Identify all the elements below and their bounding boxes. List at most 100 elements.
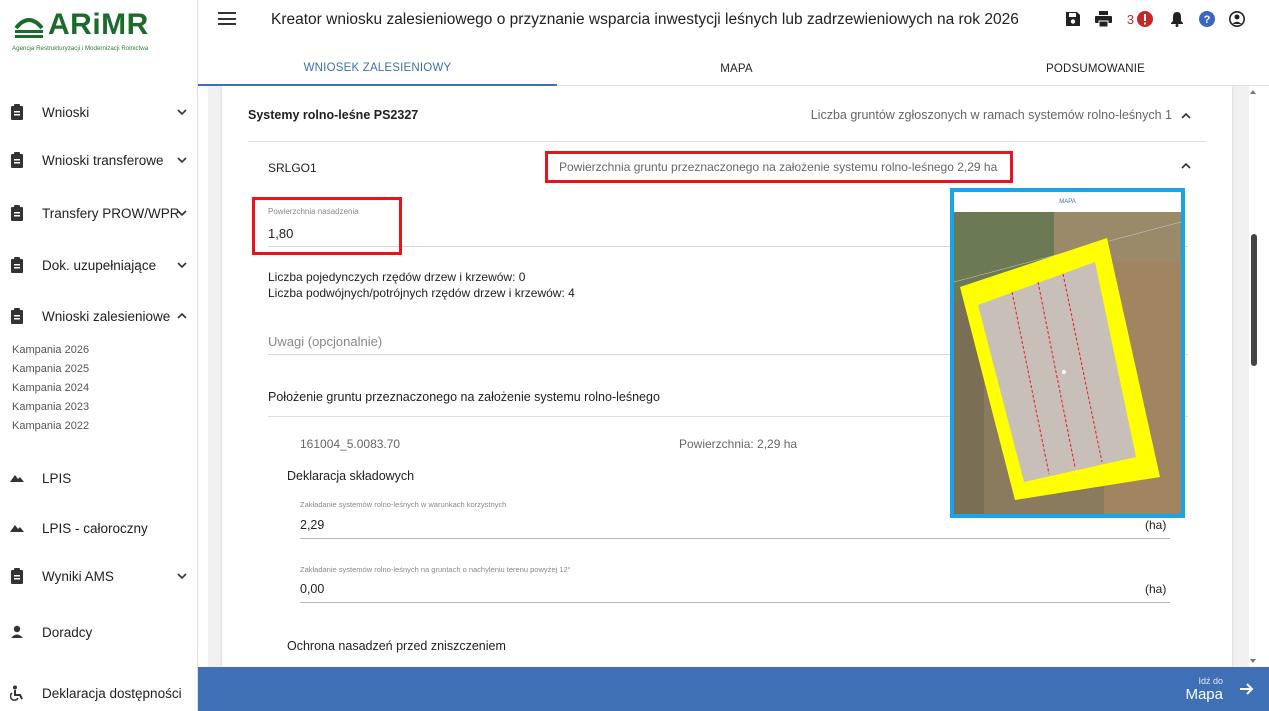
logo[interactable]: ARiMR Agencja Restrukturyzacji i Moderni… (10, 8, 190, 58)
clipboard-icon (11, 257, 23, 273)
go-to-label: Idź do (1198, 676, 1223, 686)
field2-input[interactable]: 0,00 (300, 582, 324, 596)
sidebar-subitem-kampania-2023[interactable]: Kampania 2023 (12, 401, 89, 413)
tab-podsumowanie[interactable]: PODSUMOWANIE (916, 52, 1269, 86)
help-button[interactable]: ? (1197, 9, 1217, 29)
tab-mapa[interactable]: MAPA (557, 52, 916, 86)
sidebar-item-lpis[interactable]: LPIS (0, 458, 198, 498)
sidebar-item-label: Wnioski zalesieniowe (42, 308, 171, 324)
user-account-icon (1229, 11, 1245, 27)
sidebar-subitem-kampania-2024[interactable]: Kampania 2024 (12, 382, 89, 394)
field1-label: Zakładanie systemów rolno-leśnych w waru… (300, 500, 507, 509)
page-title: Kreator wniosku zalesieniowego o przyzna… (271, 11, 1019, 28)
terrain-icon (10, 525, 24, 532)
sidebar-item-doradcy[interactable]: Doradcy (0, 612, 198, 652)
sidebar-subitem-kampania-2025[interactable]: Kampania 2025 (12, 363, 89, 375)
logo-subtitle: Agencja Restrukturyzacji i Modernizacji … (12, 45, 149, 52)
account-button[interactable] (1227, 9, 1247, 29)
parcel-area: Powierzchnia: 2,29 ha (679, 437, 798, 451)
clipboard-icon (11, 104, 23, 120)
single-rows-count: Liczba pojedynczych rzędów drzew i krzew… (268, 270, 526, 284)
highlight-planting-box (252, 197, 402, 255)
sidebar-item-transfery[interactable]: Transfery PROW/WPR (0, 193, 198, 233)
footer-bar: Idź do Mapa (198, 667, 1269, 711)
map-preview[interactable]: MAPA (950, 188, 1185, 518)
protection-heading: Ochrona nasadzeń przed zniszczeniem (287, 639, 506, 653)
field2-unit: (ha) (1145, 582, 1167, 596)
logo-name: ARiMR (48, 8, 149, 41)
notes-input[interactable]: Uwagi (opcjonalnie) (268, 334, 382, 349)
print-icon (1094, 11, 1112, 27)
header-actions: 3 ? (1053, 9, 1247, 29)
go-to-map-button[interactable]: Idź do Mapa (1185, 676, 1223, 703)
error-icon (1137, 11, 1154, 27)
sidebar-item-label: Dok. uzupełniające (42, 257, 157, 273)
sidebar-item-wnioski[interactable]: Wnioski (0, 92, 198, 132)
scroll-thumb[interactable] (1251, 234, 1257, 366)
bell-icon (1171, 12, 1183, 27)
errors-button[interactable]: 3 (1123, 9, 1157, 29)
field1-unit: (ha) (1145, 518, 1167, 532)
sidebar-item-wnioski-zalesieniowe[interactable]: Wnioski zalesieniowe (0, 296, 198, 336)
chevron-down-icon (177, 262, 187, 269)
scroll-up-icon[interactable] (1249, 88, 1257, 96)
tab-wniosek-zalesieniowy[interactable]: WNIOSEK ZALESIENIOWY (198, 52, 557, 86)
sidebar-item-label: Transfery PROW/WPR (42, 205, 180, 221)
location-heading: Położenie gruntu przeznaczonego na założ… (268, 390, 660, 404)
go-to-target: Mapa (1185, 686, 1223, 703)
clipboard-icon (11, 308, 23, 324)
field-underline (300, 602, 1170, 603)
svg-text:?: ? (1204, 14, 1211, 26)
item-id: SRLGO1 (268, 161, 317, 175)
save-icon (1066, 12, 1080, 26)
scrollbar[interactable] (1249, 86, 1269, 667)
clipboard-icon (11, 568, 23, 584)
notifications-button[interactable] (1167, 9, 1187, 29)
logo-main: ARiMR (12, 10, 149, 40)
sidebar-item-lpis-caloroczny[interactable]: LPIS - całoroczny (0, 508, 198, 548)
terrain-icon (10, 475, 24, 482)
chevron-down-icon (177, 210, 187, 217)
sidebar-item-wnioski-transferowe[interactable]: Wnioski transferowe (0, 140, 198, 180)
save-button[interactable] (1063, 9, 1083, 29)
section-collapse-icon[interactable] (1180, 110, 1192, 122)
chevron-down-icon (177, 157, 187, 164)
sidebar-item-deklaracja-dostepnosci[interactable]: Deklaracja dostępności (0, 673, 198, 711)
sidebar-item-wyniki-ams[interactable]: Wyniki AMS (0, 556, 198, 596)
sidebar-item-label: LPIS (42, 470, 72, 486)
highlight-area-box (545, 151, 1013, 183)
double-rows-count: Liczba podwójnych/potrójnych rzędów drze… (268, 286, 575, 300)
sidebar-subitem-kampania-2026[interactable]: Kampania 2026 (12, 344, 89, 356)
app-root: ARiMR Agencja Restrukturyzacji i Moderni… (0, 0, 1269, 711)
map-image (954, 212, 1181, 514)
field2-label: Zakładanie systemów rolno-leśnych na gru… (300, 565, 571, 574)
print-button[interactable] (1093, 9, 1113, 29)
arrow-right-icon[interactable] (1239, 681, 1255, 697)
clipboard-icon (11, 205, 23, 221)
sidebar-item-label: Wnioski (42, 104, 90, 120)
sidebar-item-label: Deklaracja dostępności (42, 685, 182, 701)
scroll-down-icon[interactable] (1249, 657, 1257, 665)
field1-input[interactable]: 2,29 (300, 518, 324, 532)
hamburger-menu-button[interactable] (218, 12, 236, 28)
sidebar-subitem-kampania-2022[interactable]: Kampania 2022 (12, 420, 89, 432)
section-title: Systemy rolno-leśne PS2327 (248, 108, 419, 122)
declaration-heading: Deklaracja składowych (287, 469, 415, 483)
divider (248, 141, 1206, 142)
sidebar-item-label: Wnioski transferowe (42, 152, 164, 168)
error-count: 3 (1126, 11, 1135, 27)
field-underline (300, 538, 1170, 539)
sidebar-item-label: LPIS - całoroczny (42, 520, 148, 536)
tab-bar: WNIOSEK ZALESIENIOWY MAPA PODSUMOWANIE (198, 52, 1269, 86)
item-collapse-icon[interactable] (1180, 160, 1192, 172)
parcel-id: 161004_5.0083.70 (300, 437, 401, 451)
logo-mark-icon (14, 18, 44, 38)
map-title: MAPA (954, 192, 1181, 212)
help-icon: ? (1199, 11, 1215, 27)
sidebar-item-label: Wyniki AMS (42, 568, 114, 584)
sidebar: ARiMR Agencja Restrukturyzacji i Moderni… (0, 0, 198, 711)
chevron-up-icon (177, 312, 187, 319)
sidebar-item-dok-uzupelniajace[interactable]: Dok. uzupełniające (0, 245, 198, 285)
accessibility-icon (10, 685, 23, 701)
chevron-down-icon (177, 109, 187, 116)
